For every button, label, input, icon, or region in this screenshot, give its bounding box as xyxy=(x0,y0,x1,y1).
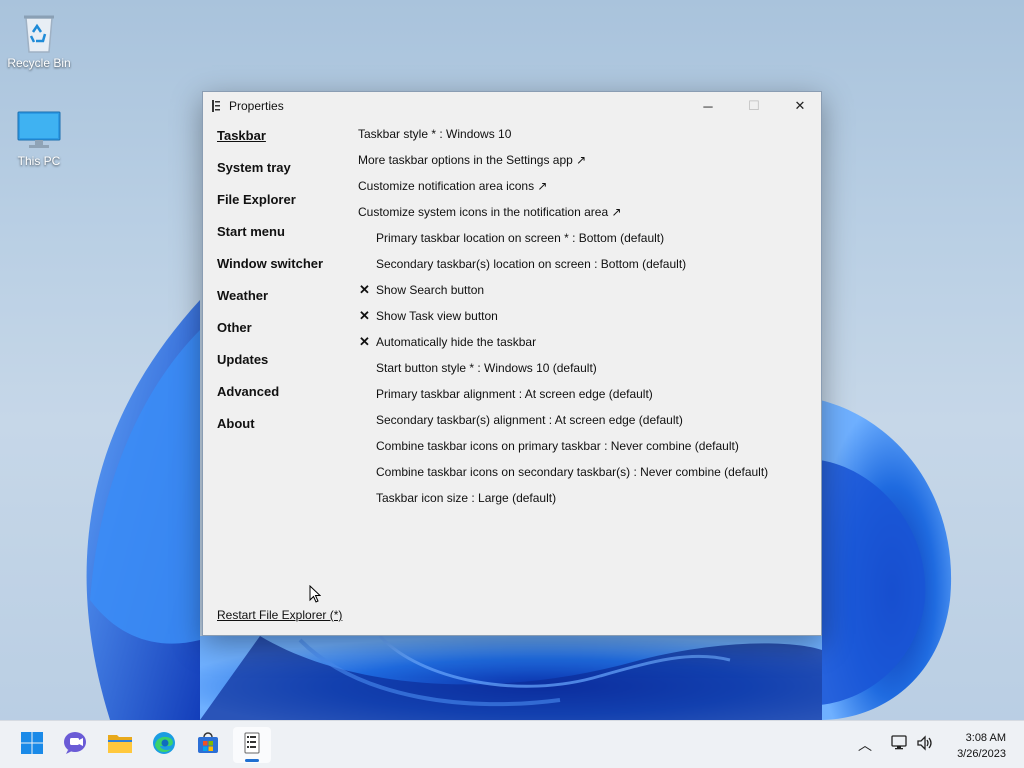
recycle-bin-icon xyxy=(17,12,61,53)
link-notification-area-icons[interactable]: Customize notification area icons ↗ xyxy=(353,178,813,204)
nav-item-system-tray[interactable]: System tray xyxy=(217,160,323,192)
minimize-button[interactable]: ─ xyxy=(685,92,731,120)
setting-primary-taskbar-location[interactable]: Primary taskbar location on screen * : B… xyxy=(353,230,813,256)
nav-item-weather[interactable]: Weather xyxy=(217,288,323,320)
nav-item-other[interactable]: Other xyxy=(217,320,323,352)
setting-label: Show Search button xyxy=(376,283,485,297)
minimize-icon: ─ xyxy=(703,98,713,114)
desktop-icon-label: This PC xyxy=(17,154,61,168)
teams-chat-icon xyxy=(63,731,89,760)
clock-time: 3:08 AM xyxy=(965,732,1006,744)
title-bar[interactable]: Properties ─ ☐ ✕ xyxy=(203,92,821,120)
setting-secondary-taskbar-location[interactable]: Secondary taskbar(s) location on screen … xyxy=(353,256,813,282)
setting-label: Show Task view button xyxy=(376,309,498,323)
network-icon[interactable] xyxy=(890,734,908,756)
start-button[interactable] xyxy=(13,727,51,763)
setting-label: Primary taskbar location on screen * : B… xyxy=(376,231,665,245)
setting-primary-taskbar-alignment[interactable]: Primary taskbar alignment : At screen ed… xyxy=(353,386,813,412)
nav-item-start-menu[interactable]: Start menu xyxy=(217,224,323,256)
maximize-icon: ☐ xyxy=(748,98,760,113)
taskbar-properties-button[interactable] xyxy=(233,727,271,763)
setting-auto-hide-taskbar[interactable]: ✕ Automatically hide the taskbar xyxy=(353,334,813,360)
nav-item-advanced[interactable]: Advanced xyxy=(217,384,323,416)
properties-app-icon xyxy=(243,732,261,759)
edge-browser-icon xyxy=(152,731,176,760)
link-system-icons[interactable]: Customize system icons in the notificati… xyxy=(353,204,813,230)
taskbar-chat-button[interactable] xyxy=(57,727,95,763)
nav-item-file-explorer[interactable]: File Explorer xyxy=(217,192,323,224)
clock-date: 3/26/2023 xyxy=(957,748,1006,760)
window-title: Properties xyxy=(229,99,284,113)
setting-label: Taskbar style * : Windows 10 xyxy=(358,127,512,141)
close-button[interactable]: ✕ xyxy=(777,92,823,120)
desktop-icon-label: Recycle Bin xyxy=(7,56,71,70)
sidebar-nav: Taskbar System tray File Explorer Start … xyxy=(217,128,323,448)
setting-secondary-taskbar-alignment[interactable]: Secondary taskbar(s) alignment : At scre… xyxy=(353,412,813,438)
taskbar-store-button[interactable] xyxy=(189,727,227,763)
setting-label: Combine taskbar icons on secondary taskb… xyxy=(376,465,769,479)
setting-label: Customize notification area icons ↗ xyxy=(358,179,548,193)
mouse-pointer-icon xyxy=(309,584,322,603)
desktop-icon-this-pc[interactable]: This PC xyxy=(1,110,77,168)
monitor-icon xyxy=(17,110,61,150)
taskbar-edge-button[interactable] xyxy=(145,727,183,763)
setting-label: Automatically hide the taskbar xyxy=(376,335,537,349)
taskbar-clock[interactable]: 3:08 AM 3/26/2023 xyxy=(957,730,1006,762)
setting-taskbar-icon-size[interactable]: Taskbar icon size : Large (default) xyxy=(353,490,813,516)
desktop-icon-recycle-bin[interactable]: Recycle Bin xyxy=(1,12,77,70)
setting-label: Start button style * : Windows 10 (defau… xyxy=(376,361,597,375)
setting-label: Secondary taskbar(s) alignment : At scre… xyxy=(376,413,683,427)
setting-label: More taskbar options in the Settings app… xyxy=(358,153,587,167)
setting-combine-icons-primary[interactable]: Combine taskbar icons on primary taskbar… xyxy=(353,438,813,464)
check-icon: ✕ xyxy=(359,282,370,297)
setting-show-search-button[interactable]: ✕ Show Search button xyxy=(353,282,813,308)
setting-label: Taskbar icon size : Large (default) xyxy=(376,491,557,505)
nav-item-about[interactable]: About xyxy=(217,416,323,448)
nav-item-taskbar[interactable]: Taskbar xyxy=(217,128,323,160)
link-settings-app-taskbar-options[interactable]: More taskbar options in the Settings app… xyxy=(353,152,813,178)
setting-label: Primary taskbar alignment : At screen ed… xyxy=(376,387,653,401)
store-icon xyxy=(196,731,220,760)
taskbar: ︿ 3:08 AM 3/26/2023 xyxy=(0,720,1024,768)
setting-start-button-style[interactable]: Start button style * : Windows 10 (defau… xyxy=(353,360,813,386)
check-icon: ✕ xyxy=(359,334,370,349)
properties-app-icon xyxy=(211,99,223,113)
properties-window: Properties ─ ☐ ✕ Taskbar System tray Fil… xyxy=(202,91,822,636)
volume-icon[interactable] xyxy=(916,734,934,756)
show-hidden-icons-chevron-icon[interactable]: ︿ xyxy=(858,735,872,755)
check-icon: ✕ xyxy=(359,308,370,323)
setting-label: Combine taskbar icons on primary taskbar… xyxy=(376,439,739,453)
nav-item-window-switcher[interactable]: Window switcher xyxy=(217,256,323,288)
setting-combine-icons-secondary[interactable]: Combine taskbar icons on secondary taskb… xyxy=(353,464,813,490)
maximize-button[interactable]: ☐ xyxy=(731,92,777,120)
close-icon: ✕ xyxy=(794,98,806,113)
setting-taskbar-style[interactable]: Taskbar style * : Windows 10 xyxy=(353,126,813,152)
windows-start-icon xyxy=(20,731,44,760)
settings-list: Taskbar style * : Windows 10 More taskba… xyxy=(353,126,813,516)
setting-label: Customize system icons in the notificati… xyxy=(358,205,622,219)
restart-file-explorer-link[interactable]: Restart File Explorer (*) xyxy=(217,608,342,622)
setting-label: Secondary taskbar(s) location on screen … xyxy=(376,257,687,271)
running-indicator xyxy=(245,759,259,762)
system-tray: ︿ xyxy=(858,721,934,768)
setting-show-task-view-button[interactable]: ✕ Show Task view button xyxy=(353,308,813,334)
folder-icon xyxy=(107,732,133,759)
taskbar-file-explorer-button[interactable] xyxy=(101,727,139,763)
nav-item-updates[interactable]: Updates xyxy=(217,352,323,384)
